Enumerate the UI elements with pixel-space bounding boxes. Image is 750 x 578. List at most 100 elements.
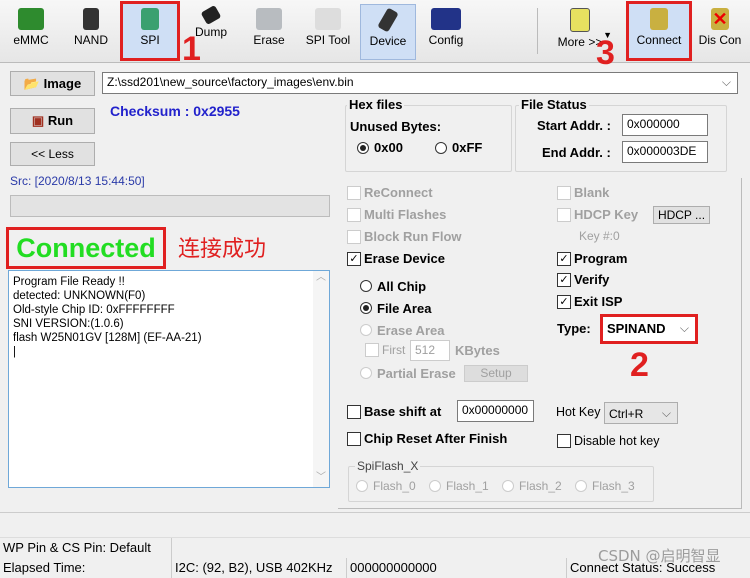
first-kbytes-field[interactable]: 512	[410, 340, 450, 361]
log-line: Program File Ready !!	[13, 276, 125, 288]
scroll-down-icon[interactable]: ﹀	[313, 471, 329, 485]
end-addr-field[interactable]: 0x000003DE	[622, 141, 708, 163]
hot-key-value: Ctrl+R	[609, 407, 644, 421]
chevron-down-icon[interactable]: ⌵	[662, 406, 671, 421]
watermark: CSDN @启明智显	[598, 547, 721, 565]
i2c-usb-status: I2C: (92, B2), USB 402KHz	[172, 558, 347, 578]
disable-hot-key-checkbox[interactable]	[557, 434, 571, 448]
toolbar-nand-button[interactable]: NAND	[68, 4, 114, 58]
erase-area-label: Erase Area	[377, 323, 445, 338]
scroll-up-icon[interactable]: ︿	[313, 271, 329, 285]
flash-0-label: Flash_0	[373, 479, 416, 493]
radio-0x00[interactable]	[357, 142, 369, 154]
all-chip-label: All Chip	[377, 279, 427, 294]
connected-status: Connected	[6, 227, 166, 269]
erase-device-checkbox[interactable]: ✓	[347, 252, 361, 266]
toolbar-connect-button[interactable]: Connect	[626, 1, 692, 61]
partial-erase-radio[interactable]	[360, 367, 372, 379]
reconnect-label: ReConnect	[364, 185, 433, 200]
toolbar-device-button[interactable]: Device	[360, 4, 416, 60]
status-spacer	[0, 512, 750, 538]
block-run-flow-label: Block Run Flow	[364, 229, 462, 244]
base-shift-field[interactable]: 0x00000000	[457, 400, 534, 422]
hot-key-select[interactable]: Ctrl+R ⌵	[604, 402, 678, 424]
label: SPI	[140, 33, 160, 47]
exit-isp-checkbox[interactable]: ✓	[557, 295, 571, 309]
dump-icon	[200, 4, 222, 26]
block-run-flow-checkbox[interactable]	[347, 230, 361, 244]
label: Erase	[253, 33, 285, 47]
log-line: detected: UNKNOWN(F0)	[13, 290, 146, 302]
type-select[interactable]: SPINAND ⌵	[600, 314, 698, 344]
toolbar-erase-button[interactable]: Erase	[244, 4, 294, 58]
toolbar-emmc-button[interactable]: eMMC	[8, 4, 54, 58]
source-timestamp: Src: [2020/8/13 15:44:50]	[10, 174, 145, 188]
label: Image	[43, 76, 82, 91]
chip-reset-checkbox[interactable]	[347, 432, 361, 446]
elapsed-time: Elapsed Time:	[0, 558, 172, 578]
spi-tool-icon	[315, 8, 341, 30]
first-checkbox[interactable]	[365, 343, 379, 357]
toolbar-spi-button[interactable]: SPI	[120, 1, 180, 61]
erase-device-label: Erase Device	[364, 251, 445, 266]
radio-0xff[interactable]	[435, 142, 447, 154]
image-button[interactable]: 📂 Image	[10, 71, 95, 96]
spiflash-title: SpiFlash_X	[355, 459, 421, 473]
run-button[interactable]: ▣ Run	[10, 108, 95, 134]
blank-checkbox[interactable]	[557, 186, 571, 200]
log-textarea[interactable]: Program File Ready !! detected: UNKNOWN(F…	[8, 270, 330, 488]
tv-icon	[570, 8, 590, 32]
label: Run	[47, 113, 74, 128]
chip-reset-label: Chip Reset After Finish	[364, 431, 508, 446]
setup-button[interactable]: Setup	[464, 365, 528, 382]
label: Dis Con	[698, 33, 742, 47]
toolbar-config-button[interactable]: Config	[420, 4, 472, 58]
chevron-down-icon[interactable]: ⌵	[680, 321, 689, 336]
chevron-down-icon[interactable]: ⌵	[722, 75, 731, 90]
flash-1-radio[interactable]	[429, 480, 441, 492]
all-chip-radio[interactable]	[360, 280, 372, 292]
program-checkbox[interactable]: ✓	[557, 252, 571, 266]
base-shift-checkbox[interactable]	[347, 405, 361, 419]
multi-flashes-checkbox[interactable]	[347, 208, 361, 222]
config-icon	[431, 8, 461, 30]
log-scrollbar[interactable]: ︿ ﹀	[313, 271, 329, 487]
less-button[interactable]: << Less	[10, 142, 95, 166]
multi-flashes-label: Multi Flashes	[364, 207, 447, 222]
first-label: First	[382, 343, 406, 357]
progress-bar	[10, 195, 330, 217]
label: Config	[428, 33, 464, 47]
hdcp-button[interactable]: HDCP ...	[653, 206, 710, 224]
flash-2-radio[interactable]	[502, 480, 514, 492]
annotation-success: 连接成功	[178, 237, 267, 262]
log-line: Old-style Chip ID: 0xFFFFFFFF	[13, 304, 175, 316]
flash-3-label: Flash_3	[592, 479, 635, 493]
log-line: SNI VERSION:(1.0.6)	[13, 318, 124, 330]
reconnect-checkbox[interactable]	[347, 186, 361, 200]
hdcp-key-checkbox[interactable]	[557, 208, 571, 222]
toolbar-spi-tool-button[interactable]: SPI Tool	[300, 4, 356, 58]
annotation-1: 1	[182, 30, 201, 68]
label: NAND	[73, 33, 108, 47]
base-shift-label: Base shift at	[364, 404, 442, 419]
counter-status: 000000000000	[347, 558, 567, 578]
erase-area-radio[interactable]	[360, 324, 372, 336]
toolbar-separator	[537, 8, 538, 54]
hot-key-label: Hot Key	[556, 405, 601, 419]
hex-files-title: Hex files	[347, 97, 405, 112]
verify-checkbox[interactable]: ✓	[557, 273, 571, 287]
disable-hot-key-label: Disable hot key	[574, 434, 660, 448]
label: Connect	[636, 33, 682, 47]
annotation-3: 3	[596, 34, 615, 72]
log-line: flash W25N01GV [128M] (EF-AA-21)	[13, 332, 202, 344]
start-addr-field[interactable]: 0x000000	[622, 114, 708, 136]
label: SPI Tool	[305, 33, 351, 47]
emmc-chip-icon	[18, 8, 44, 30]
flash-3-radio[interactable]	[575, 480, 587, 492]
nand-chip-icon	[83, 8, 99, 30]
image-path-combo[interactable]: Z:\ssd201\new_source\factory_images\env.…	[102, 72, 738, 94]
toolbar-disconnect-button[interactable]: ✕ Dis Con	[694, 4, 746, 58]
file-area-radio[interactable]	[360, 302, 372, 314]
flash-0-radio[interactable]	[356, 480, 368, 492]
label: Device	[369, 34, 407, 48]
